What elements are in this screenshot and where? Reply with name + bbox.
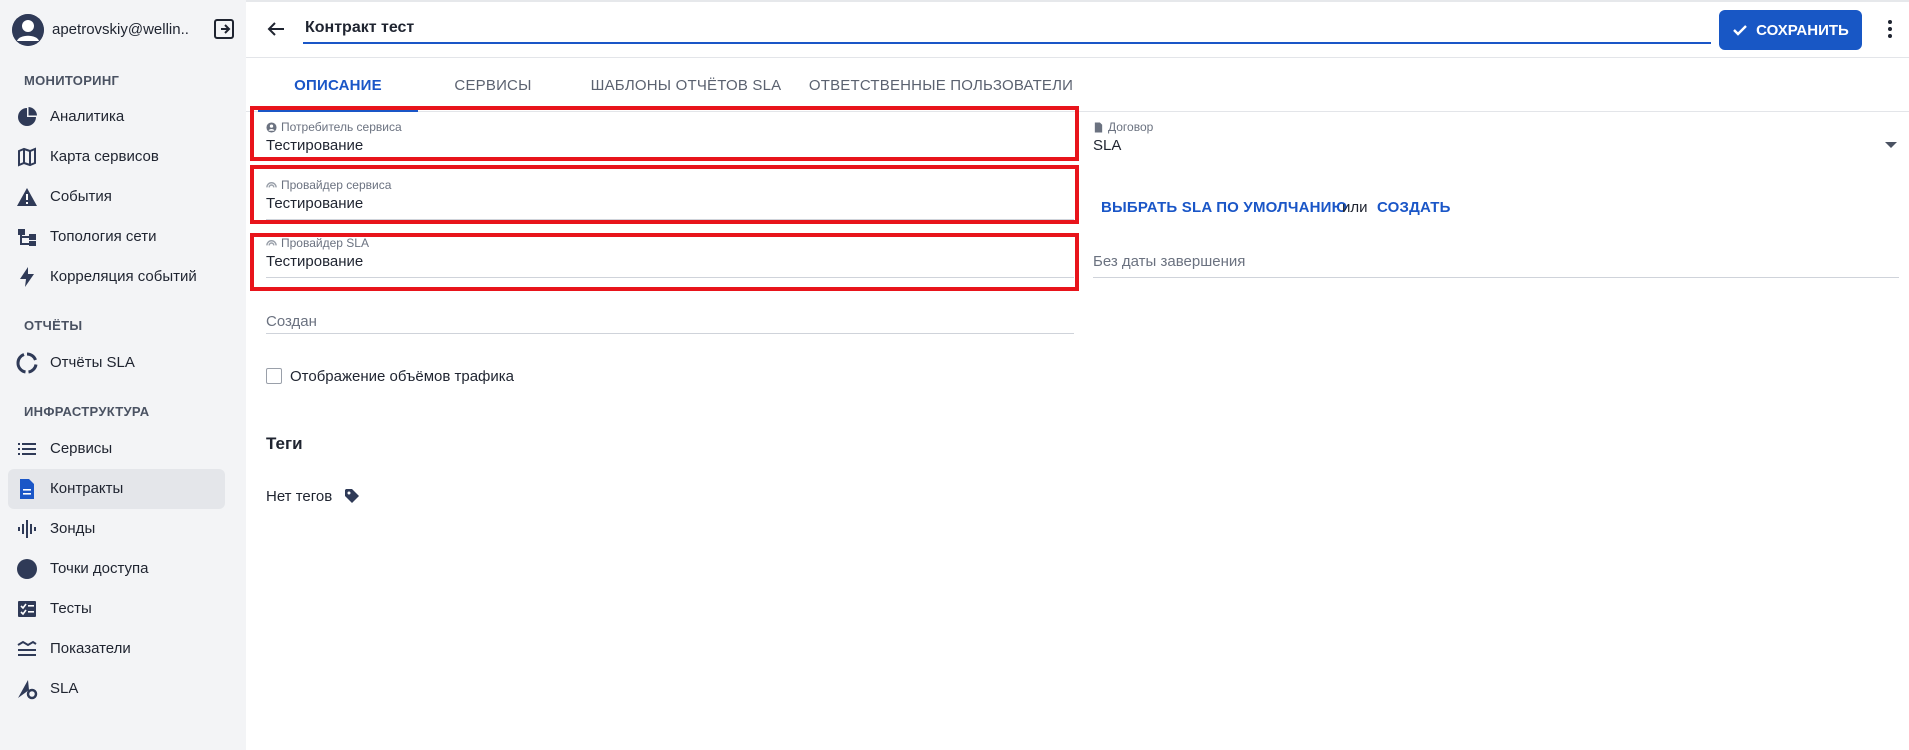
sidebar-item-label: Зонды	[50, 520, 96, 537]
tests-icon	[16, 598, 38, 620]
user-row: apetrovskiy@wellin...	[0, 0, 246, 58]
tab-responsible-users[interactable]: ОТВЕТСТВЕННЫЕ ПОЛЬЗОВАТЕЛИ	[809, 58, 1073, 112]
sidebar-item-label: Аналитика	[50, 108, 125, 125]
choose-default-sla-button[interactable]: ВЫБРАТЬ SLA ПО УМОЛЧАНИЮ	[1101, 199, 1347, 216]
user-name: apetrovskiy@wellin...	[52, 21, 190, 38]
probe-icon	[16, 518, 38, 540]
sidebar-item-correlation[interactable]: Корреляция событий	[8, 257, 225, 297]
created-placeholder: Создан	[266, 313, 317, 330]
topology-icon	[16, 226, 38, 248]
section-title-monitoring: МОНИТОРИНГ	[24, 73, 120, 88]
sidebar-item-sla[interactable]: SLA	[8, 669, 225, 709]
tab-services[interactable]: СЕРВИСЫ	[418, 58, 568, 112]
document-small-icon	[1094, 121, 1103, 133]
create-button[interactable]: СОЗДАТЬ	[1377, 199, 1451, 216]
sidebar: apetrovskiy@wellin... МОНИТОРИНГ Аналити…	[0, 0, 246, 750]
sidebar-item-probes[interactable]: Зонды	[8, 509, 225, 549]
sidebar-item-label: Корреляция событий	[50, 268, 197, 285]
sidebar-item-access-points[interactable]: Точки доступа	[8, 549, 225, 589]
section-title-infrastructure: ИНФРАСТРУКТУРА	[24, 404, 150, 419]
sidebar-item-topology[interactable]: Топология сети	[8, 217, 225, 257]
sidebar-item-service-map[interactable]: Карта сервисов	[8, 137, 225, 177]
sidebar-item-metrics[interactable]: Показатели	[8, 629, 225, 669]
contract-select[interactable]: Договор SLA	[1093, 120, 1899, 160]
document-icon	[16, 478, 38, 500]
section-title-reports: ОТЧЁТЫ	[24, 318, 83, 333]
field-underline	[1093, 277, 1899, 278]
contract-value: SLA	[1093, 137, 1122, 154]
tab-sla-report-templates[interactable]: ШАБЛОНЫ ОТЧЁТОВ SLA	[586, 58, 786, 112]
sidebar-item-events[interactable]: События	[8, 177, 225, 217]
tab-description[interactable]: ОПИСАНИЕ	[258, 58, 418, 112]
sidebar-item-services[interactable]: Сервисы	[8, 429, 225, 469]
traffic-volume-label: Отображение объёмов трафика	[290, 368, 514, 385]
check-icon	[1733, 25, 1748, 36]
warning-icon	[16, 186, 38, 208]
save-button[interactable]: СОХРАНИТЬ	[1719, 10, 1862, 50]
sidebar-item-sla-reports[interactable]: Отчёты SLA	[8, 343, 225, 383]
contract-label: Договор	[1093, 120, 1153, 134]
map-icon	[16, 146, 38, 168]
sidebar-item-label: Сервисы	[50, 440, 113, 457]
sidebar-item-analytics[interactable]: Аналитика	[8, 97, 225, 137]
logout-icon[interactable]	[212, 17, 236, 41]
sidebar-item-label: Точки доступа	[50, 560, 149, 577]
metrics-icon	[16, 638, 38, 660]
avatar[interactable]	[12, 14, 44, 46]
sidebar-item-label: Карта сервисов	[50, 148, 159, 165]
back-arrow-icon[interactable]	[264, 17, 288, 41]
highlight-box-provider	[250, 165, 1079, 224]
sidebar-item-contracts[interactable]: Контракты	[8, 469, 225, 509]
lightning-icon	[16, 266, 38, 288]
sidebar-item-label: Показатели	[50, 640, 131, 657]
sidebar-item-label: Топология сети	[50, 228, 157, 245]
sidebar-item-label: События	[50, 188, 112, 205]
dropdown-arrow-icon[interactable]	[1885, 142, 1897, 148]
or-text: или	[1342, 199, 1368, 216]
sidebar-item-label: Отчёты SLA	[50, 354, 135, 371]
sidebar-item-label: SLA	[50, 680, 79, 697]
list-icon	[16, 438, 38, 460]
tags-heading: Теги	[266, 434, 303, 453]
contract-title-input[interactable]	[303, 14, 1711, 44]
pie-chart-icon	[16, 106, 38, 128]
traffic-volume-checkbox[interactable]	[266, 368, 282, 384]
field-underline	[266, 333, 1074, 334]
sla-gear-icon	[16, 678, 38, 700]
save-button-label: СОХРАНИТЬ	[1756, 21, 1849, 39]
dot-icon	[16, 558, 38, 580]
end-date-field[interactable]: Без даты завершения	[1093, 240, 1899, 278]
more-vert-icon[interactable]	[1878, 17, 1902, 41]
no-tags-text: Нет тегов	[266, 488, 333, 505]
highlight-box-consumer	[250, 106, 1079, 161]
sidebar-item-label: Тесты	[50, 600, 92, 617]
header: СОХРАНИТЬ	[246, 0, 1909, 58]
created-field[interactable]: Создан	[266, 296, 1074, 334]
contract-label-text: Договор	[1108, 120, 1154, 134]
sidebar-item-tests[interactable]: Тесты	[8, 589, 225, 629]
circle-progress-icon	[16, 352, 38, 374]
end-date-placeholder: Без даты завершения	[1093, 253, 1246, 270]
sidebar-item-label: Контракты	[50, 480, 124, 497]
tabs-bar: ОПИСАНИЕ СЕРВИСЫ ШАБЛОНЫ ОТЧЁТОВ SLA ОТВ…	[246, 58, 1909, 112]
highlight-box-sla-provider	[250, 233, 1079, 291]
tag-icon[interactable]	[344, 488, 360, 504]
